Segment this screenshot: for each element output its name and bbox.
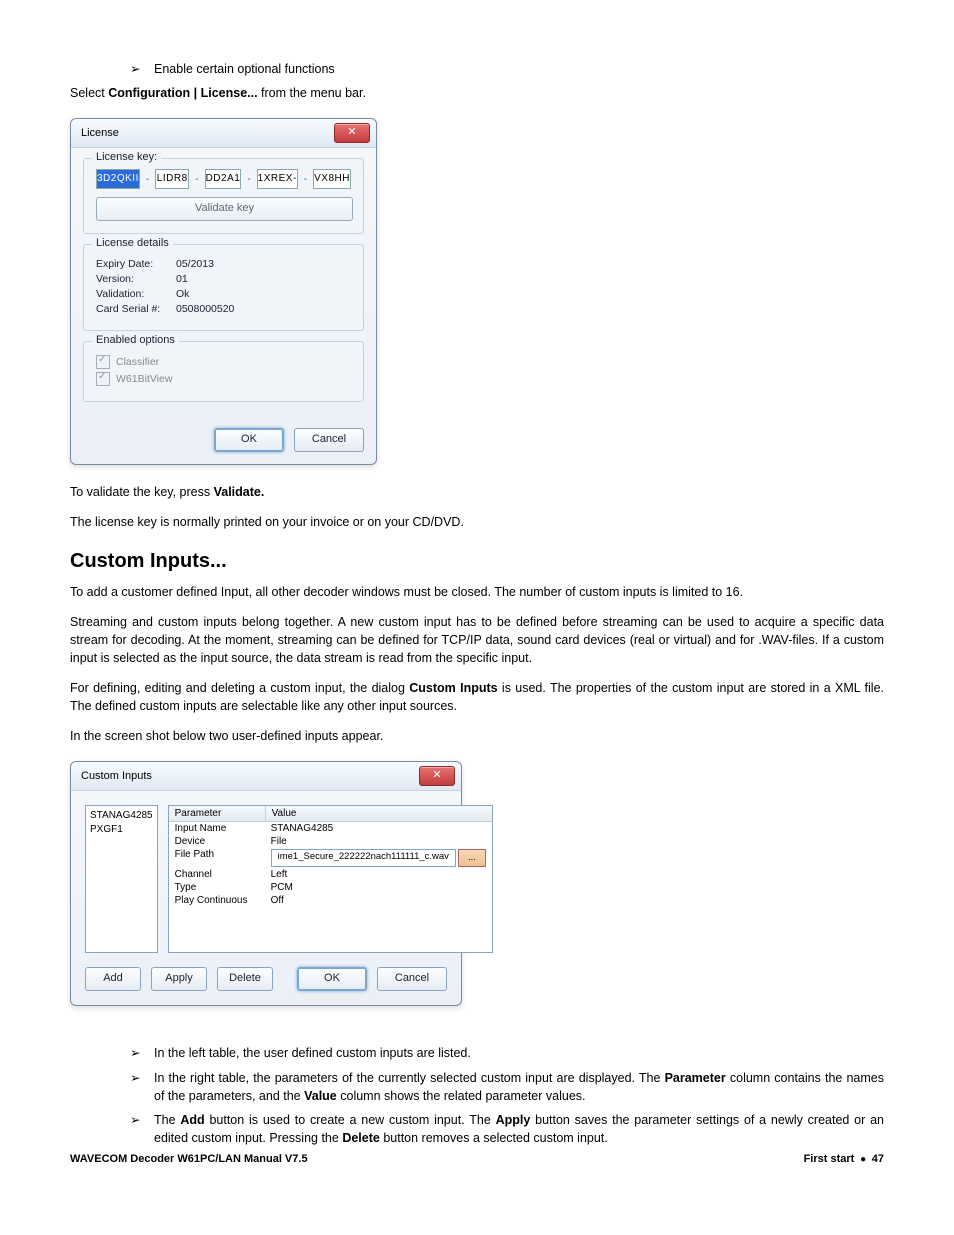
- license-key-field[interactable]: VX8HH: [313, 169, 351, 189]
- parameters-table: Parameter Value Input NameSTANAG4285 Dev…: [168, 805, 493, 953]
- page-footer: WAVECOM Decoder W61PC/LAN Manual V7.5 Fi…: [70, 1153, 884, 1165]
- column-header: Parameter: [169, 806, 266, 821]
- checkbox-icon: [96, 355, 110, 369]
- bullet-arrow-icon: ➢: [130, 60, 154, 78]
- license-key-field[interactable]: 3D2QKII: [96, 169, 140, 189]
- bullet-text: In the left table, the user defined cust…: [154, 1044, 471, 1062]
- bullet-arrow-icon: ➢: [130, 1044, 154, 1062]
- ok-button[interactable]: OK: [214, 428, 284, 452]
- license-key-field[interactable]: DD2A1: [205, 169, 242, 189]
- dialog-title: License: [81, 127, 119, 139]
- license-key-field[interactable]: LIDR8: [155, 169, 189, 189]
- bullet-arrow-icon: ➢: [130, 1111, 154, 1147]
- bullet-arrow-icon: ➢: [130, 1069, 154, 1105]
- heading-custom-inputs: Custom Inputs...: [70, 550, 884, 573]
- bullet-text: The Add button is used to create a new c…: [154, 1111, 884, 1147]
- cancel-button[interactable]: Cancel: [294, 428, 364, 452]
- group-label: License key:: [92, 151, 161, 163]
- list-item[interactable]: STANAG4285: [90, 809, 153, 823]
- paragraph: Streaming and custom inputs belong toget…: [70, 613, 884, 667]
- browse-button[interactable]: ...: [458, 849, 486, 867]
- list-item[interactable]: PXGF1: [90, 823, 153, 837]
- license-dialog: License ✕ License key: 3D2QKII- LIDR8- D…: [70, 118, 377, 465]
- cancel-button[interactable]: Cancel: [377, 967, 447, 991]
- paragraph: To validate the key, press Validate.: [70, 483, 884, 501]
- bullet-text: Enable certain optional functions: [154, 60, 335, 78]
- paragraph: To add a customer defined Input, all oth…: [70, 583, 884, 601]
- group-label: Enabled options: [92, 334, 179, 346]
- file-path-field[interactable]: ime1_Secure_222222nach111111_c.wav: [271, 849, 456, 867]
- inputs-list[interactable]: STANAG4285 PXGF1: [85, 805, 158, 953]
- checkbox-icon: [96, 372, 110, 386]
- ok-button[interactable]: OK: [297, 967, 367, 991]
- validate-key-button[interactable]: Validate key: [96, 197, 353, 221]
- bullet-text: In the right table, the parameters of th…: [154, 1069, 884, 1105]
- footer-right: First start ● 47: [804, 1153, 884, 1165]
- column-header: Value: [266, 806, 492, 821]
- close-icon[interactable]: ✕: [419, 766, 455, 786]
- close-icon[interactable]: ✕: [334, 123, 370, 143]
- group-label: License details: [92, 237, 173, 249]
- paragraph: Select Configuration | License... from t…: [70, 84, 884, 102]
- custom-inputs-dialog: Custom Inputs ✕ STANAG4285 PXGF1 Paramet…: [70, 761, 462, 1006]
- add-button[interactable]: Add: [85, 967, 141, 991]
- footer-left: WAVECOM Decoder W61PC/LAN Manual V7.5: [70, 1153, 308, 1165]
- apply-button[interactable]: Apply: [151, 967, 207, 991]
- paragraph: In the screen shot below two user-define…: [70, 727, 884, 745]
- delete-button[interactable]: Delete: [217, 967, 273, 991]
- license-key-field[interactable]: 1XREX-: [257, 169, 298, 189]
- paragraph: The license key is normally printed on y…: [70, 513, 884, 531]
- paragraph: For defining, editing and deleting a cus…: [70, 679, 884, 715]
- dialog-title: Custom Inputs: [81, 770, 152, 782]
